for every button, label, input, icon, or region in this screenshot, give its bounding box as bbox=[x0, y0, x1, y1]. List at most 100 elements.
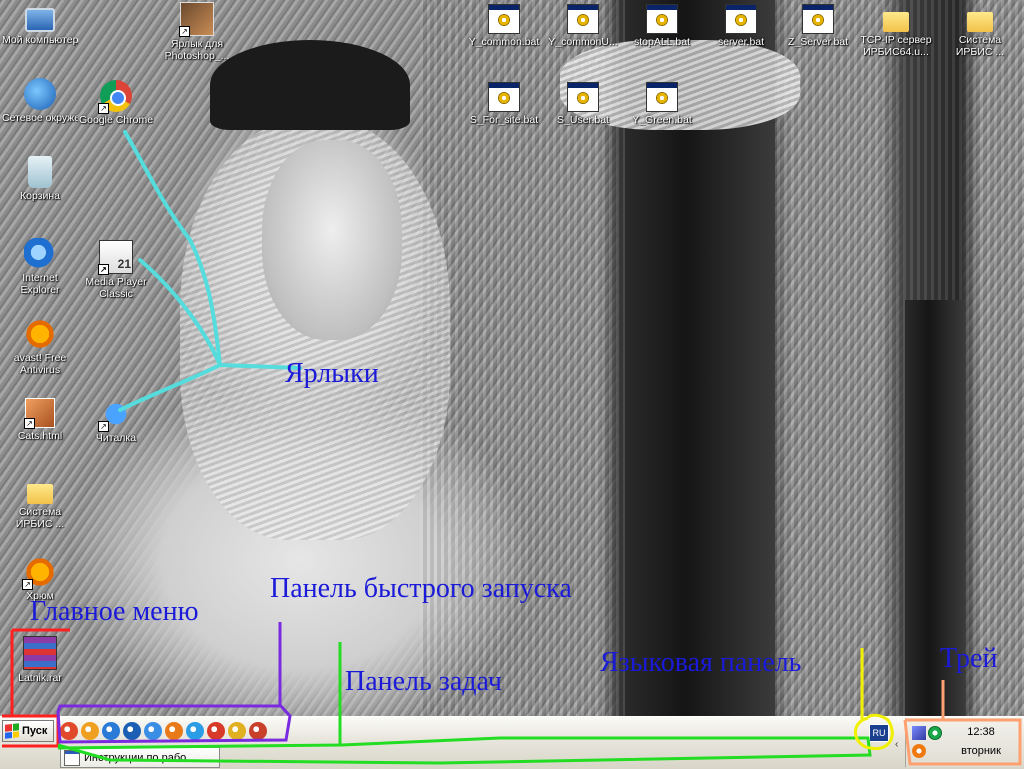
desktop-icon-stopall-bat[interactable]: stopALL.bat bbox=[624, 4, 700, 48]
wallpaper-hood-shadow bbox=[210, 40, 410, 130]
desktop-icon-z-server-bat[interactable]: Z_Server.bat bbox=[780, 4, 856, 48]
shortcut-arrow-icon: ↗ bbox=[22, 579, 33, 590]
quick-launch-bar bbox=[60, 722, 267, 742]
pumpkin-icon[interactable] bbox=[81, 722, 99, 740]
firefox-icon[interactable] bbox=[165, 722, 183, 740]
wallpaper-child-face bbox=[262, 140, 402, 340]
photoshop-shortcut-icon: ↗ bbox=[179, 2, 214, 37]
desktop-icon-label: Читалка bbox=[95, 432, 137, 444]
folder-icon bbox=[883, 12, 909, 32]
language-indicator[interactable]: RU bbox=[869, 724, 889, 742]
my-computer-icon bbox=[25, 8, 55, 32]
desktop-icon-label: Y_common.bat bbox=[468, 36, 540, 48]
desktop-icon-y-commonu-bat[interactable]: Y_commonU... bbox=[545, 4, 621, 48]
desktop-icon-label: Internet Explorer bbox=[20, 272, 60, 296]
desktop-icon-label: S_For_site.bat bbox=[469, 114, 539, 126]
folder-icon bbox=[967, 12, 993, 32]
media-player-icon[interactable] bbox=[123, 722, 141, 740]
desktop-icon-label: Система ИРБИС ... bbox=[15, 506, 65, 530]
desktop-icon-internet-explorer[interactable]: Internet Explorer bbox=[2, 238, 78, 296]
shortcut-arrow-icon: ↗ bbox=[179, 26, 190, 37]
network-status-icon[interactable] bbox=[912, 726, 926, 740]
start-button-label: Пуск bbox=[22, 725, 48, 737]
desktop-icon-label: Y_Green.bat bbox=[632, 114, 692, 126]
desktop-icon-label: Мой компьютер bbox=[2, 34, 78, 46]
desktop-icon-label: S_User.bat bbox=[557, 114, 609, 126]
desktop-icon-s-for-site-bat[interactable]: S_For_site.bat bbox=[466, 82, 542, 126]
batch-file-icon bbox=[802, 4, 834, 34]
clock-day: вторник bbox=[961, 745, 1001, 757]
notepad-icon[interactable] bbox=[144, 722, 162, 740]
cats-html-icon: ↗ bbox=[24, 398, 55, 429]
desktop-icon-media-player-classic[interactable]: 21 ↗ Media Player Classic bbox=[78, 240, 154, 300]
desktop-icon-label: Z_Server.bat bbox=[787, 36, 849, 48]
document-window-icon bbox=[64, 749, 80, 766]
desktop-icon-reader[interactable]: ↗ Читалка bbox=[78, 398, 154, 444]
clock-time: 12:38 bbox=[967, 726, 995, 738]
desktop-icon-network[interactable]: Сетевое окружение bbox=[2, 78, 78, 124]
desktop-icon-y-green-bat[interactable]: Y_Green.bat bbox=[624, 82, 700, 126]
antivirus-status-icon[interactable] bbox=[928, 726, 942, 740]
media-player-classic-icon: 21 ↗ bbox=[98, 240, 133, 275]
desktop-icon-server-bat[interactable]: server.bat bbox=[703, 4, 779, 48]
desktop-icon-cats-html[interactable]: ↗ Cats.html bbox=[2, 398, 78, 442]
batch-file-icon bbox=[488, 4, 520, 34]
picture-icon[interactable] bbox=[228, 722, 246, 740]
system-tray: 12:38 вторник bbox=[905, 718, 1023, 767]
desktop-icon-label: server.bat bbox=[717, 36, 765, 48]
wallpaper-tree-trunk bbox=[905, 300, 965, 716]
messenger-status-icon[interactable] bbox=[912, 744, 926, 758]
desktop-icon-label: Google Chrome bbox=[78, 114, 154, 126]
batch-file-icon bbox=[567, 4, 599, 34]
shortcut-arrow-icon: ↗ bbox=[98, 421, 109, 432]
start-button[interactable]: Пуск bbox=[2, 720, 54, 742]
desktop-icon-irbis-system-folder[interactable]: Система ИРБИС ... bbox=[942, 4, 1018, 58]
desktop-icon-y-common-bat[interactable]: Y_common.bat bbox=[466, 4, 542, 48]
desktop-icon-recycle-bin[interactable]: Корзина bbox=[2, 156, 78, 202]
chevron-left-icon[interactable]: ‹ bbox=[895, 739, 898, 750]
desktop-icon-avast[interactable]: avast! Free Antivirus bbox=[2, 318, 78, 376]
game-icon[interactable] bbox=[207, 722, 225, 740]
taskbar-window-title: Инструкции по рабо... bbox=[84, 751, 196, 764]
desktop-icon-google-chrome[interactable]: ↗ Google Chrome bbox=[78, 80, 154, 126]
desktop-icon-my-computer[interactable]: Мой компьютер bbox=[2, 4, 78, 46]
xrum-icon: ↗ bbox=[22, 556, 56, 590]
batch-file-icon bbox=[567, 82, 599, 112]
desktop-icon-xrum[interactable]: ↗ Хрюм bbox=[2, 556, 78, 602]
desktop-icon-photoshop-shortcut[interactable]: ↗ Ярлык для Photoshop_... bbox=[157, 2, 237, 62]
desktop-icon-label: Ярлык для Photoshop_... bbox=[164, 38, 230, 62]
taskbar-window-button[interactable]: Инструкции по рабо... bbox=[60, 747, 220, 768]
desktop-icon-label: Latnik.rar bbox=[18, 672, 62, 684]
windows-logo-icon bbox=[5, 723, 19, 739]
avast-icon bbox=[24, 318, 56, 350]
desktop-icon-label: Хрюм bbox=[26, 590, 54, 602]
reader-icon: ↗ bbox=[98, 398, 132, 432]
internet-explorer-icon bbox=[24, 238, 56, 270]
internet-explorer-icon[interactable] bbox=[102, 722, 120, 740]
shortcut-arrow-icon: ↗ bbox=[98, 264, 109, 275]
desktop-icon-label: Y_commonU... bbox=[548, 36, 618, 48]
desktop-icon-s-user-bat[interactable]: S_User.bat bbox=[545, 82, 621, 126]
shortcut-arrow-icon: ↗ bbox=[24, 418, 35, 429]
winrar-archive-icon bbox=[23, 636, 57, 670]
desktop-icon-label: TCP-IP сервер ИРБИС64.u... bbox=[860, 34, 932, 58]
desktop-icon-label: Корзина bbox=[20, 190, 60, 202]
recycle-bin-icon bbox=[28, 156, 52, 188]
desktop-icon-label: avast! Free Antivirus bbox=[13, 352, 67, 376]
desktop-icon-latnik-rar[interactable]: Latnik.rar bbox=[2, 636, 78, 684]
chrome-icon[interactable] bbox=[60, 722, 78, 740]
chrome-icon: ↗ bbox=[98, 80, 132, 114]
clock[interactable]: 12:38 вторник bbox=[946, 726, 1016, 757]
folder-icon bbox=[27, 484, 53, 504]
reader-icon[interactable] bbox=[186, 722, 204, 740]
batch-file-icon bbox=[725, 4, 757, 34]
batch-file-icon bbox=[646, 4, 678, 34]
shortcut-arrow-icon: ↗ bbox=[98, 103, 109, 114]
desktop-icon-label: Media Player Classic bbox=[85, 276, 147, 300]
desktop-icon-tcp-ip-server-folder[interactable]: TCP-IP сервер ИРБИС64.u... bbox=[858, 4, 934, 58]
opera-icon[interactable] bbox=[249, 722, 267, 740]
desktop-icon-label: Cats.html bbox=[17, 430, 63, 442]
desktop-icon-label: Сетевое окружение bbox=[2, 112, 78, 124]
desktop-icon-irbis-folder[interactable]: Система ИРБИС ... bbox=[2, 476, 78, 530]
batch-file-icon bbox=[646, 82, 678, 112]
